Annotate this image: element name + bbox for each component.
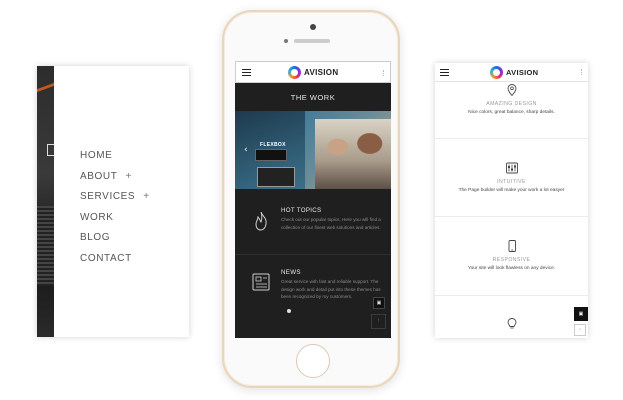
earpiece-speaker: [294, 39, 330, 43]
back-to-top-button[interactable]: ↑: [371, 314, 386, 329]
peek-box: [47, 144, 54, 156]
slide-tablet-image: [255, 149, 287, 161]
side-menu-item-about[interactable]: ABOUT +: [80, 167, 150, 188]
side-menu-item-blog[interactable]: BLOG: [80, 228, 150, 249]
section-title: THE WORK: [290, 93, 336, 102]
menu-label: BLOG: [80, 232, 111, 243]
brand-logo-text[interactable]: AVISION: [304, 68, 338, 77]
slide-image-people: [315, 119, 391, 189]
menu-label: WORK: [80, 211, 114, 223]
work-slider[interactable]: FLEXBOX ‹: [235, 111, 391, 189]
section-title: AMAZING DESIGN: [486, 101, 537, 107]
chat-icon[interactable]: ▣: [574, 307, 588, 321]
side-menu-item-contact[interactable]: CONTACT: [80, 249, 150, 270]
chevron-left-icon[interactable]: ‹: [244, 145, 248, 155]
section-responsive: RESPONSIVE Your site will look flawless …: [435, 239, 588, 271]
sliders-icon: [505, 162, 518, 174]
phone-mockup: AVISION THE WORK FLEXBOX ‹ HOT TOPICS Ch…: [222, 10, 400, 388]
side-menu-item-services[interactable]: SERVICES +: [80, 187, 150, 208]
expand-plus-icon[interactable]: +: [125, 171, 131, 182]
brand-logo-text[interactable]: AVISION: [506, 68, 538, 77]
side-menu-item-home[interactable]: HOME: [80, 146, 150, 167]
newspaper-icon: [252, 273, 270, 291]
slide-brand-text: FLEXBOX: [260, 142, 286, 148]
slider-dot[interactable]: [287, 309, 291, 313]
feature-title: HOT TOPICS: [281, 207, 322, 214]
section-text: Nice colors, great balance, sharp detail…: [468, 110, 555, 115]
more-options-icon[interactable]: [581, 69, 583, 75]
slide-laptop-image: [257, 167, 295, 187]
content-peek: [37, 66, 54, 337]
chat-icon[interactable]: ▣: [373, 297, 385, 309]
section-amazing-design: AMAZING DESIGN Nice colors, great balanc…: [435, 83, 588, 115]
hamburger-menu-icon[interactable]: [440, 69, 449, 76]
side-menu-item-work[interactable]: WORK: [80, 208, 150, 229]
logo-icon[interactable]: [490, 66, 503, 79]
section-next: [435, 317, 588, 331]
sensor-dot: [284, 39, 288, 43]
menu-label: SERVICES: [80, 191, 136, 202]
mobile-icon: [508, 240, 516, 252]
location-pin-icon: [507, 84, 516, 97]
logo-icon[interactable]: [288, 66, 301, 79]
lightbulb-icon: [507, 318, 516, 329]
section-title: INTUITIVE: [497, 179, 526, 185]
section-text: Your site will look flawless on any devi…: [467, 266, 556, 271]
left-screen-side-menu: HOME ABOUT + SERVICES + WORK BLOG CONTACT: [37, 66, 189, 337]
feature-text: Check out our popular topics. Here you w…: [281, 217, 381, 230]
divider: [435, 295, 588, 296]
app-header: AVISION: [435, 63, 588, 82]
menu-label: ABOUT: [80, 170, 118, 182]
app-header: AVISION: [235, 61, 391, 83]
hamburger-menu-icon[interactable]: [242, 69, 251, 76]
section-title: RESPONSIVE: [492, 257, 531, 263]
feature-title: NEWS: [281, 269, 301, 276]
peek-stripe: [37, 82, 54, 93]
divider: [435, 138, 588, 139]
divider: [435, 216, 588, 217]
back-to-top-button[interactable]: ↑: [574, 324, 586, 336]
section-intuitive: INTUITIVE The Page builder will make you…: [435, 161, 588, 193]
expand-plus-icon[interactable]: +: [143, 191, 149, 202]
section-text: The Page builder will make your work a l…: [458, 188, 565, 193]
divider: [235, 254, 391, 255]
feature-text: Great service with fast and reliable sup…: [281, 279, 381, 299]
front-camera: [310, 24, 316, 30]
home-button[interactable]: [296, 344, 330, 378]
right-screen-features: AVISION AMAZING DESIGN Nice colors, grea…: [435, 63, 588, 338]
more-options-icon[interactable]: [383, 70, 385, 76]
menu-label: CONTACT: [80, 252, 132, 264]
flame-icon: [255, 211, 267, 231]
peek-texture: [37, 206, 54, 286]
menu-label: HOME: [80, 150, 113, 161]
side-menu: HOME ABOUT + SERVICES + WORK BLOG CONTACT: [80, 146, 150, 269]
phone-screen: AVISION THE WORK FLEXBOX ‹ HOT TOPICS Ch…: [235, 61, 391, 338]
